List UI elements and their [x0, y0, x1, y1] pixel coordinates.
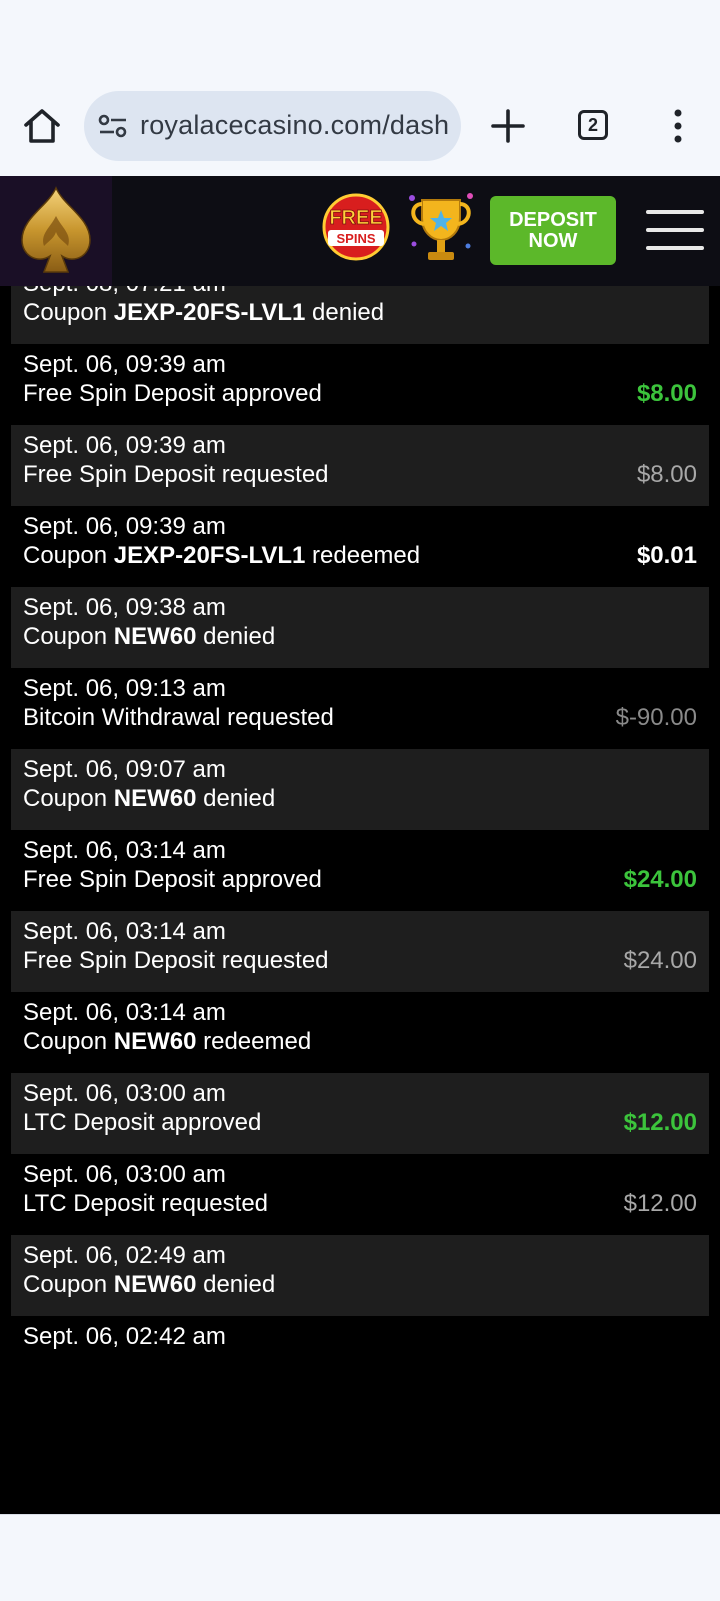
transaction-label: Coupon	[23, 299, 114, 326]
coupon-code: NEW60	[113, 1271, 197, 1298]
transaction-amount: $24.00	[623, 866, 697, 893]
transaction-row: Sept. 06, 02:42 am	[11, 1316, 709, 1397]
svg-text:SPINS: SPINS	[336, 231, 375, 246]
transaction-status: denied	[196, 623, 276, 650]
transaction-status: denied	[196, 785, 276, 812]
transaction-date: Sept. 06, 09:39 am	[23, 351, 226, 378]
transaction-amount: $0.01	[636, 542, 697, 569]
transaction-date: Sept. 06, 09:39 am	[23, 432, 226, 459]
transaction-description: Coupon NEW60 denied	[23, 1271, 275, 1299]
transaction-status: denied	[305, 299, 385, 326]
coupon-code: JEXP-20FS-LVL1	[113, 542, 306, 569]
free-spins-badge[interactable]: FREE SPINS	[320, 192, 392, 262]
transaction-description: Coupon JEXP-20FS-LVL1 denied	[23, 299, 384, 327]
spade-logo-icon	[21, 186, 91, 273]
transaction-label: Free Spin Deposit requested	[23, 461, 329, 488]
svg-text:FREE: FREE	[329, 207, 382, 229]
transaction-description: Free Spin Deposit requested	[23, 947, 329, 975]
transaction-date: Sept. 06, 09:39 am	[23, 513, 226, 540]
transaction-status: denied	[196, 1271, 276, 1298]
transaction-label: LTC Deposit requested	[23, 1190, 269, 1217]
transaction-row: Sept. 06, 09:07 am Coupon NEW60 denied	[11, 749, 709, 830]
transaction-row: Sept. 06, 03:14 am Coupon NEW60 redeemed	[11, 992, 709, 1073]
url-text[interactable]: royalacecasino.com/dashboard	[140, 110, 450, 141]
transaction-date: Sept. 06, 02:42 am	[23, 1323, 226, 1350]
transaction-label: Free Spin Deposit requested	[23, 947, 329, 974]
transaction-label: Coupon	[23, 1271, 114, 1298]
tab-count: 2	[587, 115, 598, 135]
transaction-description: Coupon JEXP-20FS-LVL1 redeemed	[23, 542, 420, 570]
browser-toolbar: royalacecasino.com/dashboard 2	[0, 0, 720, 176]
transaction-amount: $8.00	[636, 461, 697, 488]
transaction-description: Free Spin Deposit requested	[23, 461, 329, 489]
transaction-amount: $12.00	[623, 1190, 697, 1217]
transaction-row: Sept. 06, 02:49 am Coupon NEW60 denied	[11, 1235, 709, 1316]
transaction-date: Sept. 06, 03:14 am	[23, 999, 226, 1026]
transaction-row: Sept. 06, 03:14 am Free Spin Deposit appr…	[11, 830, 709, 911]
site-header: FREE SPINS DEPOSIT NOW	[0, 176, 720, 286]
transaction-date: Sept. 06, 09:07 am	[23, 756, 226, 783]
transaction-row: Sept. 06, 03:14 am Free Spin Deposit requ…	[11, 911, 709, 992]
transaction-description: Coupon NEW60 denied	[23, 623, 275, 651]
page-viewport: FREE SPINS DEPOSIT NOW Coupon JEXP-20FS-…	[0, 176, 720, 1514]
overflow-menu-icon[interactable]	[664, 108, 692, 144]
transaction-date: Sept. 06, 09:38 am	[23, 594, 226, 621]
transaction-description: LTC Deposit requested	[23, 1190, 268, 1218]
transaction-row: Sept. 06, 09:39 am Coupon JEXP-20FS-LVL1 …	[11, 506, 709, 587]
transaction-description: Free Spin Deposit approved	[23, 866, 322, 894]
coupon-code: NEW60	[113, 1028, 197, 1055]
transaction-row: Sept. 06, 09:13 am Bitcoin Withdrawal req…	[11, 668, 709, 749]
transaction-label: Coupon	[23, 623, 114, 650]
transaction-date: Sept. 06, 03:14 am	[23, 918, 226, 945]
transaction-date: Sept. 06, 09:13 am	[23, 675, 226, 702]
transaction-description: Free Spin Deposit approved	[23, 380, 322, 408]
coupon-code: NEW60	[113, 785, 197, 812]
transaction-amount: $12.00	[623, 1109, 697, 1136]
transaction-label: Bitcoin Withdrawal requested	[23, 704, 334, 731]
site-logo[interactable]	[0, 176, 112, 286]
transaction-label: Coupon	[23, 785, 114, 812]
transaction-row: Sept. 06, 03:00 am LTC Deposit approved $1…	[11, 1073, 709, 1154]
transaction-description: LTC Deposit approved	[23, 1109, 261, 1137]
transaction-date: Sept. 06, 02:49 am	[23, 1242, 226, 1269]
transaction-amount: $8.00	[636, 380, 697, 407]
site-settings-icon[interactable]	[98, 113, 128, 139]
transaction-amount: $24.00	[623, 947, 697, 974]
transaction-description: Bitcoin Withdrawal requested	[23, 704, 334, 732]
transaction-row: Sept. 06, 09:38 am Coupon NEW60 denied	[11, 587, 709, 668]
transaction-label: Free Spin Deposit approved	[23, 866, 322, 893]
transaction-row: Sept. 06, 09:39 am Free Spin Deposit appr…	[11, 344, 709, 425]
transaction-status: redeemed	[196, 1028, 312, 1055]
transaction-date: Sept. 06, 03:14 am	[23, 837, 226, 864]
coupon-code: NEW60	[113, 623, 197, 650]
free-spins-icon: FREE SPINS	[322, 193, 390, 261]
address-bar[interactable]: royalacecasino.com/dashboard	[84, 91, 461, 161]
coupon-code: JEXP-20FS-LVL1	[113, 299, 306, 326]
transaction-row: Sept. 06, 09:39 am Free Spin Deposit requ…	[11, 425, 709, 506]
transaction-amount: $-90.00	[615, 704, 697, 731]
new-tab-icon[interactable]	[488, 106, 528, 146]
transaction-label: Coupon	[23, 542, 114, 569]
transaction-description: Coupon NEW60 redeemed	[23, 1028, 311, 1056]
home-icon[interactable]	[20, 104, 64, 148]
deposit-now-button[interactable]: DEPOSIT NOW	[490, 196, 616, 265]
transaction-row: Sept. 06, 03:00 am LTC Deposit requested $…	[11, 1154, 709, 1235]
transaction-description: Coupon NEW60 denied	[23, 785, 275, 813]
transaction-label: Free Spin Deposit approved	[23, 380, 322, 407]
transaction-date: Sept. 06, 03:00 am	[23, 1080, 226, 1107]
hamburger-menu-icon[interactable]	[646, 208, 704, 252]
transaction-label: Coupon	[23, 1028, 114, 1055]
tab-switcher-button[interactable]: 2	[578, 110, 608, 140]
transaction-status: redeemed	[305, 542, 421, 569]
transaction-label: LTC Deposit approved	[23, 1109, 262, 1136]
system-navigation-area	[0, 1514, 720, 1601]
trophy-badge[interactable]	[404, 188, 478, 268]
deposit-now-label: DEPOSIT NOW	[509, 208, 597, 252]
trophy-icon	[409, 193, 473, 260]
transaction-date: Sept. 06, 03:00 am	[23, 1161, 226, 1188]
